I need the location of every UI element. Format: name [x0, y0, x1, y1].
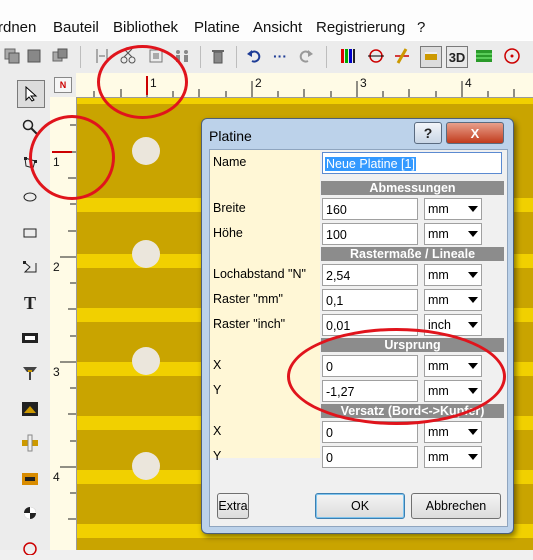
ellipse-icon[interactable] [17, 184, 43, 210]
menu-ansicht[interactable]: Ansicht [253, 19, 302, 36]
unit-value: mm [428, 425, 449, 439]
name-field-value: Neue Platine [1] [325, 157, 416, 171]
view-2d-icon[interactable] [420, 46, 442, 68]
unit-value: mm [428, 268, 449, 282]
connection-icon[interactable] [17, 430, 43, 456]
hoehe-field[interactable]: 100 [322, 223, 418, 245]
extra-button[interactable]: Extra [217, 493, 249, 519]
menu-bibliothek[interactable]: Bibliothek [113, 19, 178, 36]
ruler-top-label: 4 [465, 76, 472, 90]
hoehe-unit-select[interactable]: mm [424, 223, 482, 245]
help-button[interactable]: ? [414, 122, 442, 144]
ruler-left-label: 4 [53, 470, 60, 484]
versatz-x-label: X [213, 424, 222, 438]
ruler-corner: N [50, 73, 77, 98]
unit-value: mm [428, 293, 449, 307]
draw-icon[interactable] [392, 46, 412, 66]
ruler-top-label: 2 [255, 76, 262, 90]
select-arrow-icon[interactable] [17, 80, 45, 108]
paste-icon[interactable] [24, 46, 44, 66]
rotate-icon[interactable] [366, 46, 386, 66]
raster-mm-field[interactable]: 0,1 [322, 289, 418, 311]
smd-pad-icon[interactable] [17, 325, 43, 351]
raster-mm-label: Raster "mm" [213, 292, 283, 306]
thru-pad-icon[interactable] [17, 360, 43, 386]
annotation-circle [97, 45, 188, 119]
versatz-y-unit-select[interactable]: mm [424, 446, 482, 468]
drill-hole [132, 137, 160, 165]
menu-registrierung[interactable]: Registrierung [316, 19, 405, 36]
close-button[interactable]: X [446, 122, 504, 144]
versatz-x-unit-select[interactable]: mm [424, 421, 482, 443]
origin-icon[interactable] [17, 534, 43, 560]
redo-icon[interactable] [296, 46, 316, 66]
dropdown-arrow-icon [468, 322, 478, 328]
dropdown-arrow-icon [468, 297, 478, 303]
breite-field[interactable]: 160 [322, 198, 418, 220]
menu-help[interactable]: ? [417, 19, 425, 36]
target-icon[interactable] [502, 46, 522, 66]
raster-inch-label: Raster "inch" [213, 317, 286, 331]
rectangle-icon[interactable] [17, 220, 43, 246]
lochabstand-label: Lochabstand "N" [213, 267, 306, 281]
lochabstand-field[interactable]: 2,54 [322, 264, 418, 286]
ruler-left-label: 2 [53, 260, 60, 274]
ruler-top-label: 3 [360, 76, 367, 90]
ok-button[interactable]: OK [315, 493, 405, 519]
dropdown-arrow-icon [468, 454, 478, 460]
versatz-y-field[interactable]: 0 [322, 446, 418, 468]
unit-value: mm [428, 450, 449, 464]
lochabstand-unit-select[interactable]: mm [424, 264, 482, 286]
ursprung-x-label: X [213, 358, 222, 372]
menu-bar: rdnen Bauteil Bibliothek Platine Ansicht… [0, 0, 533, 40]
section-raster: Rastermaße / Lineale [321, 247, 504, 261]
ruler-mode-button[interactable]: N [54, 77, 72, 93]
circle-icon[interactable] [17, 500, 43, 526]
poly-line-icon[interactable] [17, 254, 43, 280]
copy-icon[interactable] [2, 46, 22, 66]
grid-icon[interactable] [474, 46, 494, 66]
dropdown-arrow-icon [468, 272, 478, 278]
ruler-left-label: 3 [53, 365, 60, 379]
hoehe-label: Höhe [213, 226, 243, 240]
menu-bauteil[interactable]: Bauteil [53, 19, 99, 36]
name-label: Name [213, 155, 247, 169]
ursprung-y-label: Y [213, 383, 222, 397]
undo-icon[interactable] [244, 46, 264, 66]
cancel-button[interactable]: Abbrechen [411, 493, 501, 519]
versatz-y-label: Y [213, 449, 222, 463]
dialog-title: Platine [209, 128, 252, 144]
drill-hole [132, 240, 160, 268]
dropdown-arrow-icon [468, 231, 478, 237]
move-icon[interactable] [50, 46, 70, 66]
section-abmessungen: Abmessungen [321, 181, 504, 195]
photo-icon[interactable] [17, 396, 43, 422]
unit-value: mm [428, 202, 449, 216]
drill-hole [132, 347, 160, 375]
delete-icon[interactable] [208, 46, 228, 66]
breite-unit-select[interactable]: mm [424, 198, 482, 220]
breite-label: Breite [213, 201, 246, 215]
platine-dialog: Platine ? X Name Neue Platine [1] Abmess… [201, 118, 514, 534]
menu-platine[interactable]: Platine [194, 19, 240, 36]
view-3d-icon[interactable]: 3D [446, 46, 468, 68]
dropdown-arrow-icon [468, 429, 478, 435]
dropdown-arrow-icon [468, 206, 478, 212]
layers-icon[interactable] [338, 46, 358, 66]
drill-hole [132, 452, 160, 480]
dots-icon[interactable]: ··· [270, 46, 290, 66]
name-field[interactable]: Neue Platine [1] [322, 152, 502, 174]
text-icon[interactable]: T [17, 290, 43, 316]
annotation-circle [287, 328, 506, 425]
measure-icon[interactable] [17, 466, 43, 492]
menu-anordnen[interactable]: rdnen [0, 19, 36, 36]
unit-value: mm [428, 227, 449, 241]
raster-mm-unit-select[interactable]: mm [424, 289, 482, 311]
annotation-circle [29, 115, 115, 200]
